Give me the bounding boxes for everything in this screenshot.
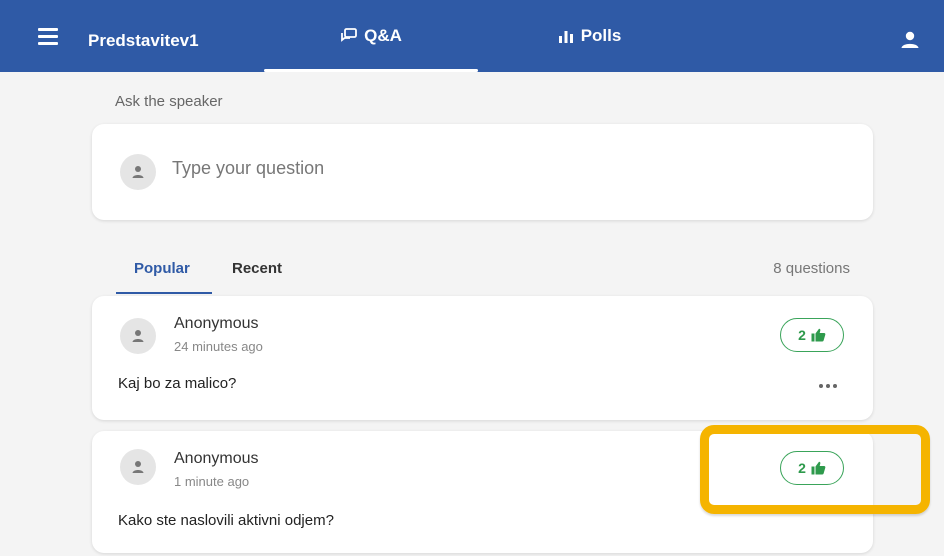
avatar	[120, 318, 156, 354]
thumbs-up-icon	[811, 328, 826, 342]
highlight-box	[700, 425, 930, 514]
question-input[interactable]	[172, 158, 772, 179]
sort-tab-indicator	[116, 292, 212, 294]
user-account-icon[interactable]	[898, 28, 922, 52]
more-options-icon[interactable]	[816, 378, 840, 394]
question-author: Anonymous	[174, 315, 259, 332]
bar-chart-icon	[557, 27, 575, 45]
tab-recent[interactable]: Recent	[232, 260, 282, 277]
avatar	[120, 449, 156, 485]
question-text: Kaj bo za malico?	[118, 375, 237, 392]
question-time: 1 minute ago	[174, 474, 250, 489]
ask-question-card	[92, 124, 873, 220]
tab-qa[interactable]: Q&A	[262, 0, 480, 72]
question-time: 24 minutes ago	[174, 339, 263, 354]
like-button[interactable]: 2	[780, 318, 844, 352]
tab-qa-label: Q&A	[364, 26, 402, 45]
question-author: Anonymous	[174, 450, 259, 467]
question-card: Anonymous 24 minutes ago 2 Kaj bo za mal…	[92, 296, 873, 420]
question-text: Kako ste naslovili aktivni odjem?	[118, 512, 334, 529]
hamburger-menu-icon[interactable]	[30, 24, 66, 50]
like-count: 2	[798, 327, 806, 343]
chat-bubbles-icon	[340, 27, 358, 45]
person-icon	[132, 166, 144, 178]
person-icon	[132, 461, 144, 473]
ask-the-speaker-label: Ask the speaker	[115, 93, 223, 110]
top-app-bar: Predstavitev1 Q&A Polls	[0, 0, 944, 72]
app-title: Predstavitev1	[88, 31, 199, 50]
tab-polls-label: Polls	[580, 26, 622, 45]
tab-polls[interactable]: Polls	[480, 0, 698, 72]
tab-popular[interactable]: Popular	[134, 260, 190, 277]
active-tab-indicator	[264, 69, 478, 72]
avatar	[120, 154, 156, 190]
person-icon	[132, 330, 144, 342]
question-count: 8 questions	[773, 260, 850, 277]
